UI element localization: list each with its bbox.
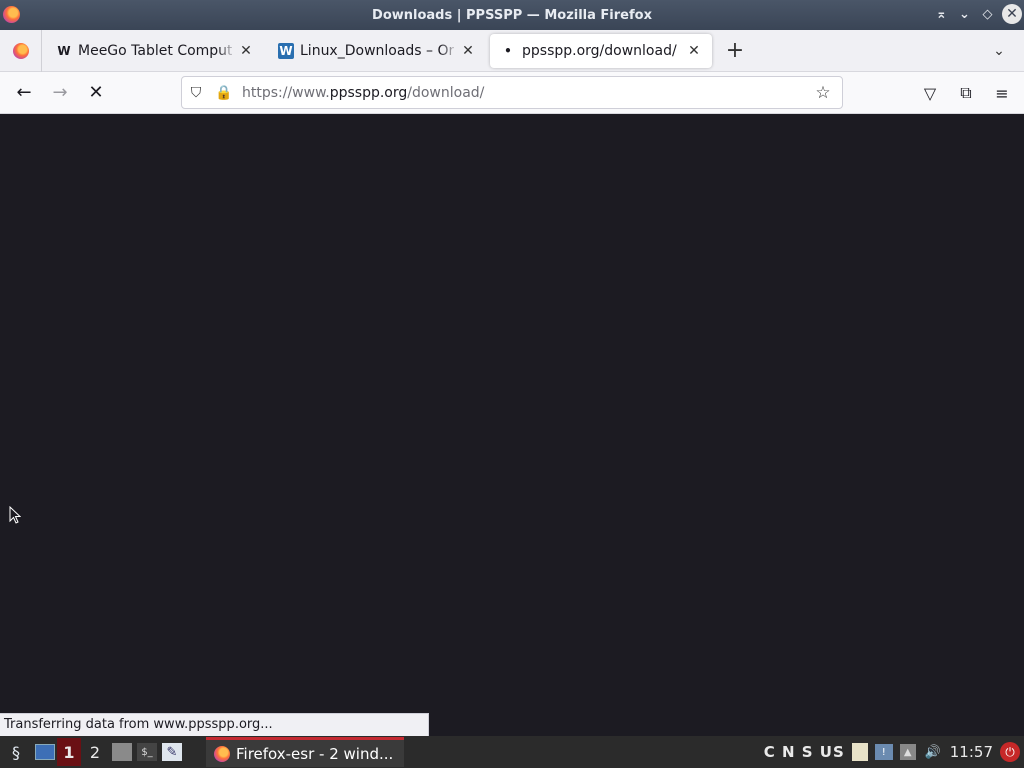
tab-ppsspp-download[interactable]: • ppsspp.org/download/ ✕ xyxy=(490,33,712,68)
system-tray: C N S US ! ▲ 🔊 11:57 ⏻ xyxy=(764,736,1024,768)
task-label: Firefox-esr - 2 wind... xyxy=(236,744,394,763)
maximize-button[interactable]: ⌄ xyxy=(956,4,973,24)
page-content[interactable]: Transferring data from www.ppsspp.org... xyxy=(0,114,1024,736)
menu-button[interactable]: ≡ xyxy=(986,77,1018,109)
window-titlebar[interactable]: Downloads | PPSSPP — Mozilla Firefox ⌅ ⌄… xyxy=(0,0,1024,30)
volume-icon[interactable]: 🔊 xyxy=(923,742,943,762)
tab-meego[interactable]: W MeeGo Tablet Computex ✕ xyxy=(46,33,264,68)
close-window-button[interactable]: ✕ xyxy=(1002,4,1022,24)
minimize-button[interactable]: ⌅ xyxy=(933,4,950,24)
bookmark-star-icon[interactable]: ☆ xyxy=(810,80,836,106)
firefox-icon xyxy=(3,6,20,23)
lock-icon[interactable]: 🔒 xyxy=(210,79,238,107)
firefox-icon xyxy=(12,42,29,59)
tab-label: Linux_Downloads – Orac xyxy=(300,42,454,59)
url-bar[interactable]: ⛉ 🔒 https://www.ppsspp.org/download/ ☆ xyxy=(181,76,843,109)
terminal-icon[interactable]: $_ xyxy=(137,743,157,761)
firefox-view-button[interactable] xyxy=(0,29,42,72)
tracking-protection-icon[interactable]: ⛉ xyxy=(182,79,210,107)
loading-dot-icon: • xyxy=(504,43,512,58)
tab-label: ppsspp.org/download/ xyxy=(522,42,677,59)
wiki-icon: W xyxy=(278,42,294,59)
navigation-toolbar: ← → ✕ ⛉ 🔒 https://www.ppsspp.org/downloa… xyxy=(0,72,1024,114)
toolbar-right-buttons: ▽ ⧉ ≡ xyxy=(914,77,1018,109)
forward-button[interactable]: → xyxy=(44,77,76,109)
close-tab-icon[interactable]: ✕ xyxy=(460,43,476,59)
eject-icon[interactable]: ▲ xyxy=(899,744,916,760)
extensions-icon[interactable]: ⧉ xyxy=(950,77,982,109)
close-tab-icon[interactable]: ✕ xyxy=(238,43,254,59)
start-menu-button[interactable]: § xyxy=(2,738,30,766)
wikipedia-icon: W xyxy=(57,43,71,58)
tab-linux-downloads[interactable]: W Linux_Downloads – Orac ✕ xyxy=(268,33,486,68)
workspace-1[interactable]: 1 xyxy=(57,738,81,766)
pocket-icon[interactable]: ▽ xyxy=(914,77,946,109)
file-manager-icon[interactable] xyxy=(112,743,132,761)
window-title: Downloads | PPSSPP — Mozilla Firefox xyxy=(372,7,652,23)
power-icon[interactable]: ⏻ xyxy=(1000,742,1020,762)
back-button[interactable]: ← xyxy=(8,77,40,109)
tab-strip: W MeeGo Tablet Computex ✕ W Linux_Downlo… xyxy=(0,29,1024,72)
clipboard-icon[interactable] xyxy=(851,743,868,761)
status-panel: Transferring data from www.ppsspp.org... xyxy=(0,713,429,736)
url-text[interactable]: https://www.ppsspp.org/download/ xyxy=(242,85,484,101)
text-editor-icon[interactable]: ✎ xyxy=(162,743,182,761)
show-desktop-icon[interactable] xyxy=(35,744,55,760)
taskbar-firefox-task[interactable]: Firefox-esr - 2 wind... xyxy=(206,737,404,767)
taskbar: § 1 2 $_ ✎ Firefox-esr - 2 wind... C N S… xyxy=(0,736,1024,768)
keyboard-lock-indicators: C N S US xyxy=(763,743,845,761)
list-all-tabs-button[interactable]: ⌄ xyxy=(982,34,1016,68)
clock[interactable]: 11:57 xyxy=(950,743,993,761)
firefox-icon xyxy=(214,745,230,762)
restore-button[interactable]: ◇ xyxy=(979,4,996,24)
mouse-cursor-icon xyxy=(9,506,21,524)
notification-icon[interactable]: ! xyxy=(874,744,893,760)
window-controls: ⌅ ⌄ ◇ ✕ xyxy=(933,4,1022,24)
close-tab-icon[interactable]: ✕ xyxy=(686,43,702,59)
new-tab-button[interactable]: + xyxy=(718,34,752,68)
workspace-2[interactable]: 2 xyxy=(83,738,107,766)
tab-label: MeeGo Tablet Computex xyxy=(78,42,232,59)
stop-button[interactable]: ✕ xyxy=(80,77,112,109)
